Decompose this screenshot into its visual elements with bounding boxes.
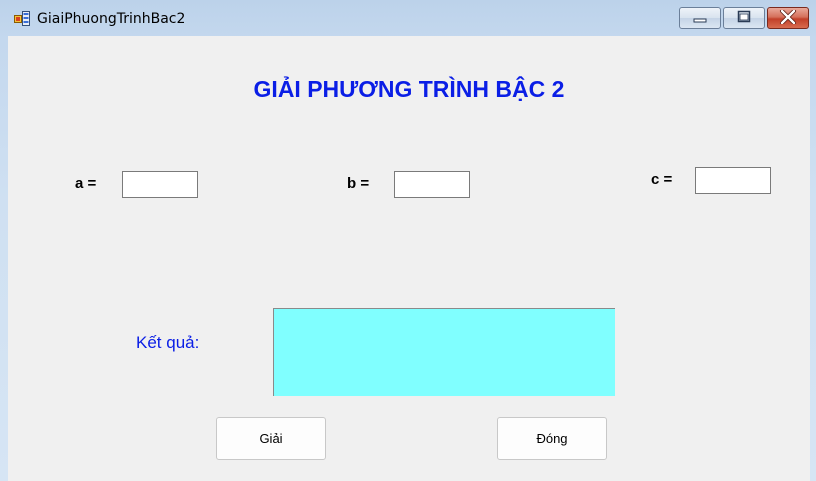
close-window-button[interactable] (767, 7, 809, 29)
minimize-icon (692, 9, 708, 28)
app-window: GiaiPhuongTrinhBac2 GIẢI PHƯƠNG TRÌNH BẬ… (0, 0, 816, 481)
minimize-button[interactable] (679, 7, 721, 29)
input-b[interactable] (394, 171, 470, 198)
result-label: Kết quả: (136, 333, 200, 352)
maximize-button[interactable] (723, 7, 765, 29)
result-output (273, 308, 615, 396)
page-title: GIẢI PHƯƠNG TRÌNH BẬC 2 (253, 76, 565, 102)
window-title: GiaiPhuongTrinhBac2 (37, 11, 186, 27)
title-bar[interactable]: GiaiPhuongTrinhBac2 (0, 0, 816, 36)
form-client-area: GIẢI PHƯƠNG TRÌNH BẬC 2 a = b = c = Kết … (8, 36, 810, 481)
close-icon (779, 8, 797, 28)
label-b: b = (347, 175, 370, 192)
maximize-icon (736, 9, 752, 28)
window-controls (679, 7, 810, 31)
label-c: c = (651, 171, 673, 188)
close-button[interactable]: Đóng (497, 417, 607, 460)
input-c[interactable] (695, 167, 771, 194)
input-a[interactable] (122, 171, 198, 198)
label-a: a = (75, 175, 97, 192)
solve-button[interactable]: Giải (216, 417, 326, 460)
app-icon (14, 11, 30, 26)
